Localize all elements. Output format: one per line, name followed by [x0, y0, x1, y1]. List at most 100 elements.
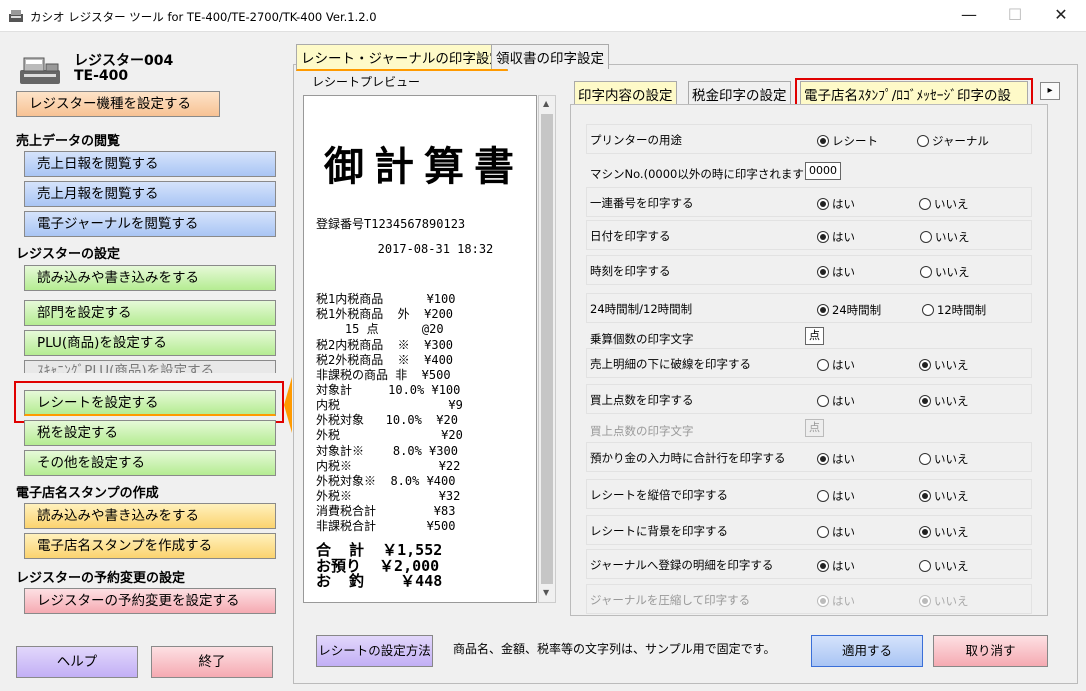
radio-serial-no[interactable]: いいえ — [919, 196, 969, 212]
radio-date-yes[interactable]: はい — [817, 229, 855, 245]
help-button[interactable]: ヘルプ — [16, 646, 138, 678]
radio-label: 24時間制 — [832, 303, 882, 317]
radio-label: はい — [832, 394, 855, 408]
section-sales-data: 売上データの閲覧 — [16, 134, 121, 149]
setting-label-item_count_char: 買上点数の印字文字 — [590, 424, 694, 438]
register-model: TE-400 — [74, 68, 129, 84]
reservation-button[interactable]: レジスターの予約変更を設定する — [24, 588, 276, 614]
radio-date-no[interactable]: いいえ — [920, 229, 970, 245]
radio-label: はい — [832, 559, 855, 573]
scroll-up-icon[interactable]: ▲ — [543, 99, 549, 108]
set-model-button[interactable]: レジスター機種を設定する — [16, 91, 220, 117]
department-button[interactable]: 部門を設定する — [24, 300, 276, 326]
cancel-button[interactable]: 取り消す — [933, 635, 1048, 667]
radio-clock-h24[interactable]: 24時間制 — [817, 302, 881, 318]
setting-label-date: 日付を印字する — [590, 229, 671, 243]
setting-label-item_count: 買上点数を印字する — [590, 393, 694, 407]
radio-label: はい — [832, 197, 855, 211]
radio-dot-icon — [919, 453, 931, 465]
radio-journal_detail-no[interactable]: いいえ — [919, 558, 969, 574]
exit-button[interactable]: 終了 — [151, 646, 273, 678]
maximize-button[interactable]: ☐ — [992, 0, 1038, 32]
radio-clock-h12[interactable]: 12時間制 — [922, 302, 986, 318]
receipt-line: 登録番号T1234567890123 — [316, 217, 466, 231]
radio-time-yes[interactable]: はい — [817, 264, 855, 280]
section-register-settings: レジスターの設定 — [16, 247, 121, 262]
input-qty_char[interactable]: 点 — [805, 327, 824, 345]
radio-dot-icon — [817, 490, 829, 502]
radio-item_count-no[interactable]: いいえ — [919, 393, 969, 409]
radio-vertical-yes[interactable]: はい — [817, 488, 855, 504]
radio-deposit-no[interactable]: いいえ — [919, 451, 969, 467]
daily-report-button[interactable]: 売上日報を閲覧する — [24, 151, 276, 177]
close-button[interactable]: ✕ — [1038, 0, 1084, 32]
setting-label-machine_no: マシンNo.(0000以外の時に印字されます) — [590, 167, 809, 181]
window-title: カシオ レジスター ツール for TE-400/TE-2700/TK-400 … — [30, 10, 377, 24]
plu-button[interactable]: PLU(商品)を設定する — [24, 330, 276, 356]
radio-label: はい — [832, 230, 855, 244]
radio-dot-icon — [919, 560, 931, 572]
receipt-line: 000138 — [474, 259, 536, 273]
setting-label-background: レシートに背景を印字する — [590, 524, 728, 538]
tab-invoice[interactable]: 領収書の印字設定 — [491, 44, 609, 69]
scroll-thumb[interactable] — [541, 114, 553, 584]
scroll-down-icon[interactable]: ▼ — [543, 588, 549, 597]
radio-vertical-no[interactable]: いいえ — [919, 488, 969, 504]
radio-deposit-yes[interactable]: はい — [817, 451, 855, 467]
radio-dot-icon — [817, 526, 829, 538]
input-item_count_char: 点 — [805, 419, 824, 437]
radio-label: はい — [832, 525, 855, 539]
radio-dot-icon — [919, 198, 931, 210]
radio-dot-icon — [817, 453, 829, 465]
apply-button[interactable]: 適用する — [811, 635, 923, 667]
radio-item_count-yes[interactable]: はい — [817, 393, 855, 409]
radio-journal_detail-yes[interactable]: はい — [817, 558, 855, 574]
radio-printer_use-receipt[interactable]: レシート — [817, 133, 878, 149]
radio-background-yes[interactable]: はい — [817, 524, 855, 540]
left-panel: レジスター004 TE-400 レジスター機種を設定する 売上データの閲覧 売上… — [8, 38, 292, 684]
radio-serial-yes[interactable]: はい — [817, 196, 855, 212]
radio-journal_compress-yes: はい — [817, 593, 855, 609]
radio-label: いいえ — [934, 358, 969, 372]
setting-label-time: 時刻を印字する — [590, 264, 671, 278]
stamp-read-write-button[interactable]: 読み込みや書き込みをする — [24, 503, 276, 529]
radio-dot-icon — [817, 595, 829, 607]
radio-dot-icon — [919, 595, 931, 607]
radio-label: レシート — [832, 134, 878, 148]
other-settings-button[interactable]: その他を設定する — [24, 450, 276, 476]
subtab-tax-print[interactable]: 税金印字の設定 — [688, 81, 791, 106]
radio-label: いいえ — [934, 489, 969, 503]
radio-background-no[interactable]: いいえ — [919, 524, 969, 540]
radio-label: いいえ — [935, 265, 970, 279]
tax-settings-button[interactable]: 税を設定する — [24, 420, 276, 446]
receipt-howto-button[interactable]: レシートの設定方法 — [316, 635, 433, 667]
setting-label-qty_char: 乗算個数の印字文字 — [590, 332, 694, 346]
receipt-preview: 御計算書 登録番号T1234567890123 2017-08-31 18:32… — [303, 95, 537, 603]
stamp-create-button[interactable]: 電子店名スタンプを作成する — [24, 533, 276, 559]
tab-scroll-right-icon[interactable]: ▸ — [1040, 82, 1060, 100]
setting-label-journal_compress: ジャーナルを圧縮して印字する — [590, 593, 751, 607]
receipt-line: 15 点 @20 — [316, 322, 444, 336]
radio-dot-icon — [919, 526, 931, 538]
radio-dot-icon — [922, 304, 934, 316]
minimize-button[interactable]: — — [946, 0, 992, 32]
radio-label: いいえ — [934, 559, 969, 573]
read-write-button[interactable]: 読み込みや書き込みをする — [24, 265, 276, 291]
radio-dot-icon — [919, 395, 931, 407]
radio-breakline-no[interactable]: いいえ — [919, 357, 969, 373]
radio-label: いいえ — [934, 525, 969, 539]
preview-scrollbar[interactable]: ▲ ▼ — [538, 95, 556, 603]
radio-printer_use-journal[interactable]: ジャーナル — [917, 133, 989, 149]
radio-label: はい — [832, 265, 855, 279]
cash-register-icon — [20, 57, 60, 84]
radio-dot-icon — [920, 266, 932, 278]
monthly-report-button[interactable]: 売上月報を閲覧する — [24, 181, 276, 207]
input-machine_no[interactable]: 0000 — [805, 162, 841, 180]
radio-label: はい — [832, 594, 855, 608]
selection-indicator — [284, 377, 292, 433]
radio-breakline-yes[interactable]: はい — [817, 357, 855, 373]
radio-time-no[interactable]: いいえ — [920, 264, 970, 280]
tab-receipt-journal[interactable]: レシート・ジャーナルの印字設定 — [296, 44, 508, 71]
setting-label-clock: 24時間制/12時間制 — [590, 302, 693, 316]
e-journal-button[interactable]: 電子ジャーナルを閲覧する — [24, 211, 276, 237]
